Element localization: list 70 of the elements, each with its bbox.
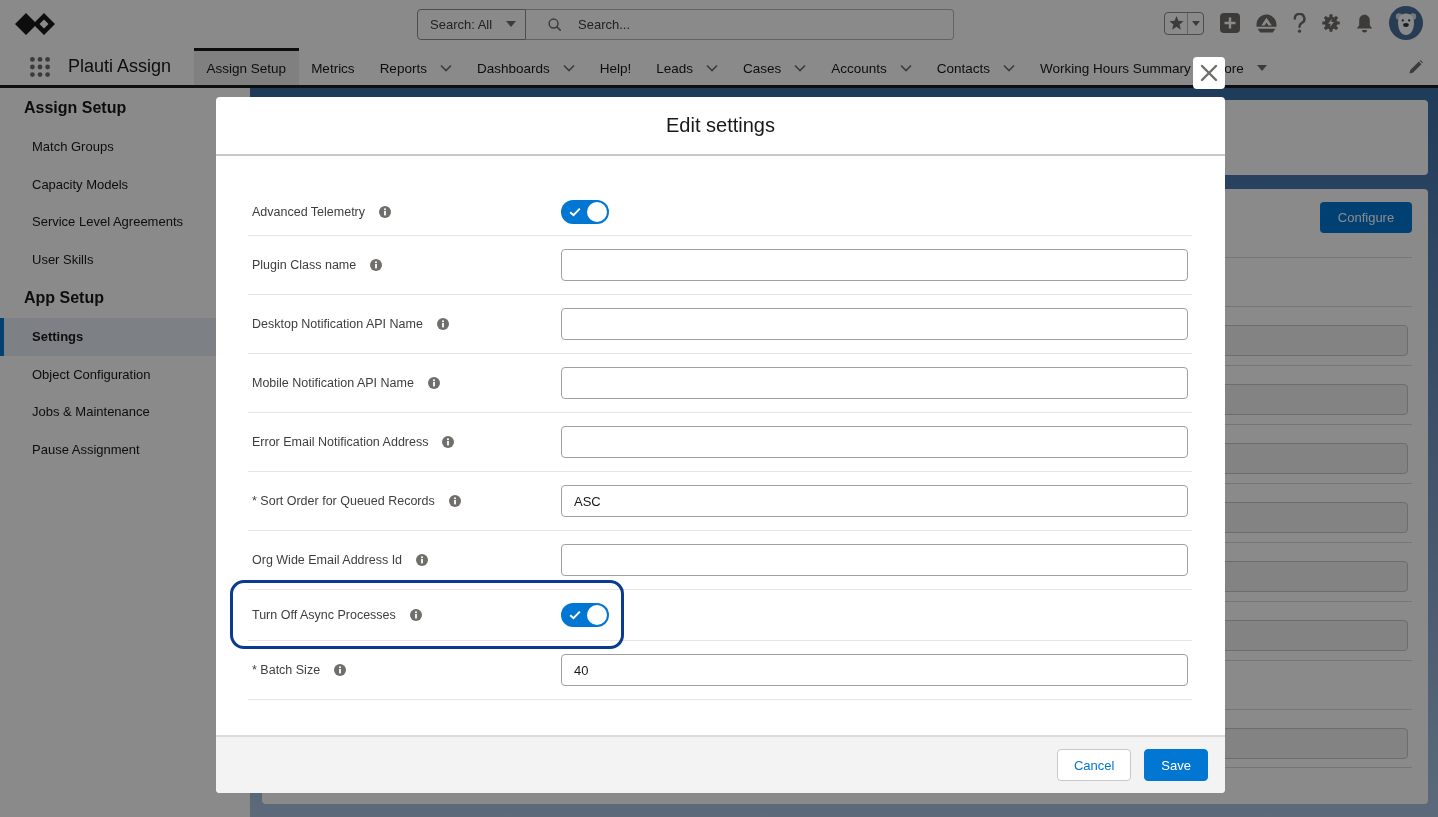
field-label: Mobile Notification API Name: [252, 376, 414, 390]
caret-down-icon: [1192, 20, 1200, 26]
info-icon[interactable]: [427, 377, 440, 389]
field-label: Plugin Class name: [252, 258, 357, 272]
modal-title: Edit settings: [666, 114, 775, 137]
text-field[interactable]: [561, 308, 1188, 340]
text-field[interactable]: [561, 367, 1188, 399]
text-field[interactable]: [561, 426, 1188, 458]
nav-tab[interactable]: Assign Setup: [194, 48, 299, 85]
caret-down-icon: [506, 21, 516, 27]
diamond-logo-icon[interactable]: [15, 13, 55, 35]
nav-tab[interactable]: Dashboards: [464, 48, 588, 85]
settings-icon[interactable]: [1322, 14, 1340, 32]
chevron-down-icon: [899, 64, 912, 72]
nav-tab[interactable]: Metrics: [298, 48, 368, 85]
star-icon: [1169, 16, 1184, 30]
nav-tab[interactable]: Reports: [367, 48, 465, 85]
info-icon[interactable]: [442, 436, 455, 448]
info-icon[interactable]: [436, 318, 449, 330]
chevron-down-icon: [439, 64, 452, 72]
sidebar-heading: App Setup: [23, 288, 105, 308]
info-icon[interactable]: [448, 495, 461, 507]
app-name: Plauti Assign: [68, 56, 172, 77]
close-icon: [1200, 64, 1218, 82]
text-field[interactable]: 40: [561, 654, 1188, 686]
nav-tab[interactable]: Contacts: [924, 48, 1028, 85]
favorites-button[interactable]: [1164, 11, 1204, 35]
text-field[interactable]: [561, 249, 1188, 281]
check-icon: [569, 206, 581, 217]
nav-tab[interactable]: Help!: [587, 48, 644, 85]
info-icon[interactable]: [334, 664, 347, 676]
toggle-switch[interactable]: [561, 603, 609, 627]
info-icon[interactable]: [370, 259, 383, 271]
field-label: Error Email Notification Address: [252, 435, 429, 449]
info-icon[interactable]: [416, 554, 429, 566]
caret-down-icon: [1256, 65, 1267, 71]
chevron-down-icon: [562, 64, 575, 72]
mountain-icon[interactable]: [1256, 13, 1277, 33]
text-field[interactable]: ASC: [561, 485, 1188, 517]
chevron-down-icon: [706, 64, 718, 72]
toggle-switch[interactable]: [561, 199, 609, 224]
nav-tab[interactable]: Accounts: [818, 48, 925, 85]
field-label: Advanced Telemetry: [252, 204, 366, 219]
search-field[interactable]: Search...: [526, 8, 954, 40]
save-button[interactable]: Save: [1144, 749, 1208, 781]
chevron-down-icon: [794, 64, 807, 72]
help-icon[interactable]: [1293, 13, 1306, 33]
close-button[interactable]: [1193, 57, 1225, 89]
field-label: * Sort Order for Queued Records: [252, 494, 435, 508]
search-icon: [548, 17, 561, 31]
search-scope-dropdown[interactable]: Search: All: [417, 8, 526, 40]
nav-tab[interactable]: Leads: [643, 48, 731, 85]
configure-button[interactable]: Configure: [1320, 202, 1412, 233]
cancel-button[interactable]: Cancel: [1056, 749, 1132, 781]
field-label: Desktop Notification API Name: [252, 317, 423, 331]
info-icon[interactable]: [409, 609, 422, 621]
field-label: Org Wide Email Address Id: [252, 553, 403, 567]
text-field[interactable]: [561, 544, 1188, 576]
avatar-icon[interactable]: [1389, 6, 1423, 40]
field-label: Turn Off Async Processes: [252, 608, 396, 622]
pencil-icon[interactable]: [1409, 59, 1423, 74]
chevron-down-icon: [1003, 64, 1016, 72]
field-label: * Batch Size: [252, 663, 321, 677]
app-launcher-icon[interactable]: [30, 56, 50, 77]
info-icon[interactable]: [379, 205, 392, 218]
sidebar-heading: Assign Setup: [23, 98, 128, 118]
plus-icon[interactable]: [1220, 13, 1240, 33]
nav-tab[interactable]: Cases: [730, 48, 819, 85]
check-icon: [569, 610, 581, 620]
bell-icon[interactable]: [1356, 13, 1373, 33]
